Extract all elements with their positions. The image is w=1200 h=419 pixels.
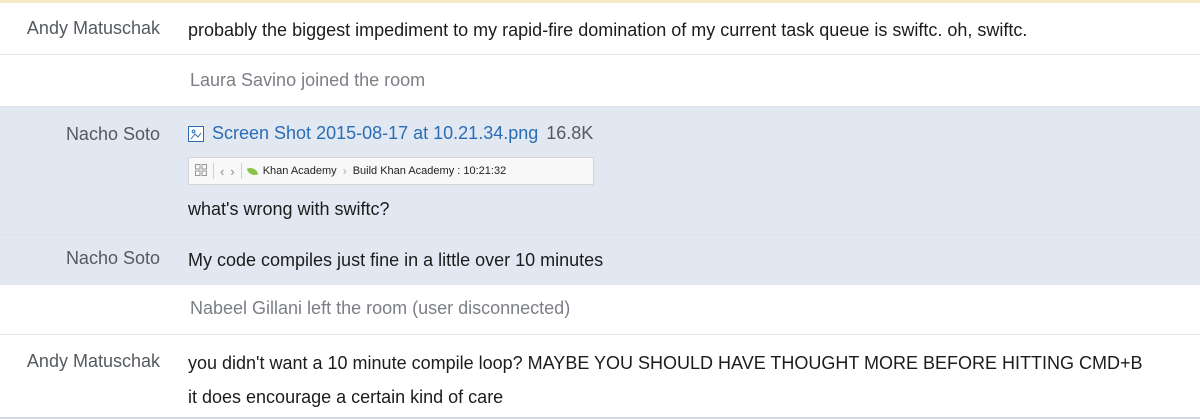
message-body: Screen Shot 2015-08-17 at 10.21.34.png 1… xyxy=(178,107,1200,234)
system-notice: Laura Savino joined the room xyxy=(190,70,426,90)
divider xyxy=(213,163,214,179)
message-text: what's wrong with swiftc? xyxy=(188,199,390,219)
message-text: My code compiles just fine in a little o… xyxy=(188,250,604,270)
system-notice-row: Laura Savino joined the room xyxy=(0,55,1200,107)
message-text: probably the biggest impediment to my ra… xyxy=(188,20,1028,40)
screenshot-preview[interactable]: ‹ › Khan Academy › Build Khan Academy : … xyxy=(188,157,594,185)
message-sender[interactable]: Andy Matuschak xyxy=(0,3,178,54)
system-notice-row: Nabeel Gillani left the room (user disco… xyxy=(0,285,1200,335)
chevron-right-icon: › xyxy=(230,163,235,179)
message-sender[interactable]: Nacho Soto xyxy=(0,235,178,284)
message-sender[interactable]: Nacho Soto xyxy=(0,107,178,234)
grid-icon xyxy=(195,163,207,179)
message-row: Nacho Soto My code compiles just fine in… xyxy=(0,235,1200,285)
message-row: Andy Matuschak probably the biggest impe… xyxy=(0,3,1200,55)
preview-crumb-2: Build Khan Academy : 10:21:32 xyxy=(352,165,507,177)
file-attachment-link[interactable]: Screen Shot 2015-08-17 at 10.21.34.png 1… xyxy=(188,123,1200,144)
message-text: you didn't want a 10 minute compile loop… xyxy=(188,353,1143,373)
empty-sender xyxy=(0,285,178,334)
message-sender[interactable]: Andy Matuschak xyxy=(0,335,178,417)
message-row: Andy Matuschak you didn't want a 10 minu… xyxy=(0,335,1200,419)
empty-sender xyxy=(0,55,178,106)
system-notice: Nabeel Gillani left the room (user disco… xyxy=(190,298,571,318)
file-name[interactable]: Screen Shot 2015-08-17 at 10.21.34.png xyxy=(212,123,538,144)
message-text: it does encourage a certain kind of care xyxy=(188,387,504,407)
chevron-left-icon: ‹ xyxy=(220,163,225,179)
leaf-icon xyxy=(246,165,258,177)
image-file-icon xyxy=(188,125,204,142)
message-body: My code compiles just fine in a little o… xyxy=(178,235,1200,284)
message-body: probably the biggest impediment to my ra… xyxy=(178,3,1200,54)
breadcrumb-chevron-icon: › xyxy=(342,164,347,178)
preview-crumb-1: Khan Academy xyxy=(262,165,337,177)
file-size: 16.8K xyxy=(546,123,594,143)
chat-transcript: Andy Matuschak probably the biggest impe… xyxy=(0,0,1200,419)
message-row: Nacho Soto Screen Shot 2015-08-17 at 10.… xyxy=(0,107,1200,235)
message-body: you didn't want a 10 minute compile loop… xyxy=(178,335,1200,417)
divider xyxy=(240,163,242,179)
